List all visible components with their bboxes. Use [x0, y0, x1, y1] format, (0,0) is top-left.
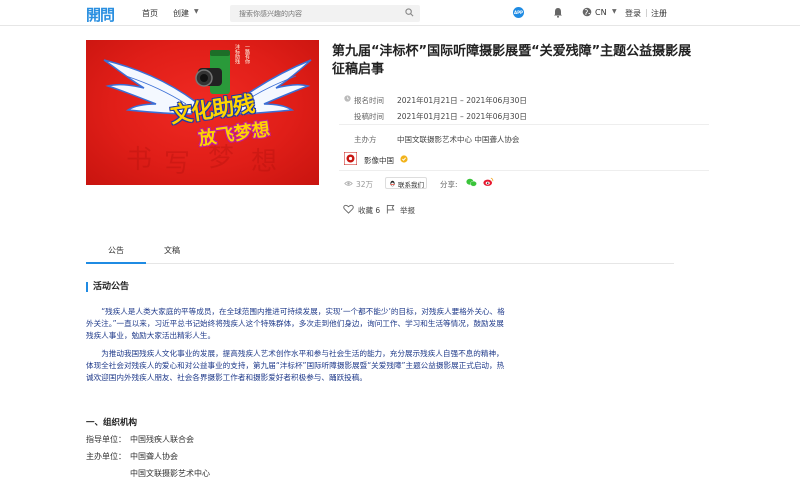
weibo-icon[interactable]	[483, 177, 494, 187]
publisher-avatar[interactable]	[344, 152, 357, 165]
divider	[339, 124, 709, 125]
qq-icon	[390, 180, 395, 187]
view-count: 32万	[356, 180, 374, 189]
app-download-icon[interactable]: APP	[513, 7, 524, 18]
event-banner-image: 书 写 梦 想 沣标助残 一路有你 文化助残 放飞梦想	[86, 40, 319, 185]
guide-unit-label: 指导单位：	[86, 435, 126, 444]
section-title: 活动公告	[86, 282, 129, 292]
bell-icon[interactable]	[553, 7, 563, 18]
guide-unit-value: 中国残疾人联合会	[130, 435, 194, 444]
announcement-paragraph: “残疾人是人类大家庭的平等成员，在全球范围内推进可持续发展，实现‘一个都不能少’…	[86, 307, 505, 340]
signup-time-label: 报名时间	[354, 96, 384, 105]
svg-text:书: 书	[126, 145, 152, 175]
host-unit-label: 主办单位：	[86, 452, 126, 461]
contact-label: 联系我们	[398, 181, 424, 189]
clock-icon	[344, 95, 351, 102]
submit-time-label: 投稿时间	[354, 112, 384, 121]
announcement-paragraph: 为推动我国残疾人文化事业的发展，提高残疾人艺术创作水平和参与社会生活的能力，充分…	[86, 349, 505, 382]
nav-home[interactable]: 首页	[142, 8, 158, 19]
eye-icon	[344, 181, 353, 186]
flag-icon[interactable]	[386, 204, 395, 214]
tab-announcement[interactable]: 公告	[108, 245, 124, 256]
content-tabs: 公告 文稿	[86, 240, 674, 264]
wechat-icon[interactable]	[466, 178, 477, 187]
organizer-label: 主办方	[354, 135, 377, 144]
svg-text:写: 写	[164, 149, 190, 179]
banner-vertical-text: 沣标助残	[234, 44, 240, 64]
search-box	[230, 5, 420, 22]
search-icon[interactable]	[405, 8, 414, 17]
signup-time-value: 2021年01月21日 – 2021年06月30日	[397, 96, 527, 105]
host-unit-value: 中国文联摄影艺术中心	[130, 469, 210, 478]
globe-icon[interactable]	[582, 7, 592, 17]
submit-time-value: 2021年01月21日 – 2021年06月30日	[397, 112, 527, 121]
top-bar: 開問 首页 创建 ▼ APP CN ▼ 登录 | 注册	[0, 0, 800, 26]
verified-badge-icon	[400, 155, 408, 163]
section-heading: 一、组织机构	[86, 418, 138, 428]
login-link[interactable]: 登录	[625, 8, 641, 19]
organizer-value: 中国文联摄影艺术中心 中国聋人协会	[397, 135, 520, 144]
report-link[interactable]: 举报	[400, 205, 415, 216]
share-label: 分享:	[440, 180, 458, 189]
active-tab-indicator	[86, 262, 146, 264]
nav-create[interactable]: 创建	[173, 8, 189, 19]
search-input[interactable]	[230, 5, 395, 22]
svg-text:想: 想	[251, 147, 277, 177]
banner-vertical-text: 一路有你	[244, 44, 250, 64]
chevron-down-icon[interactable]: ▼	[194, 8, 199, 15]
heart-icon[interactable]	[343, 204, 354, 214]
chevron-down-icon[interactable]: ▼	[612, 8, 617, 15]
register-link[interactable]: 注册	[651, 8, 667, 19]
event-title: 第九届“沣标杯”国际听障摄影展暨“关爱残障”主题公益摄影展征稿启事	[332, 44, 692, 77]
publisher-name[interactable]: 影像中国	[364, 155, 394, 166]
divider	[339, 170, 709, 171]
contact-button[interactable]: 联系我们	[385, 177, 427, 189]
host-unit-value: 中国聋人协会	[130, 452, 178, 461]
tab-manuscript[interactable]: 文稿	[164, 245, 180, 256]
language-selector[interactable]: CN	[595, 8, 607, 17]
favorite-count[interactable]: 收藏 6	[358, 205, 380, 216]
site-logo[interactable]: 開問	[86, 4, 115, 25]
separator: |	[645, 8, 648, 17]
